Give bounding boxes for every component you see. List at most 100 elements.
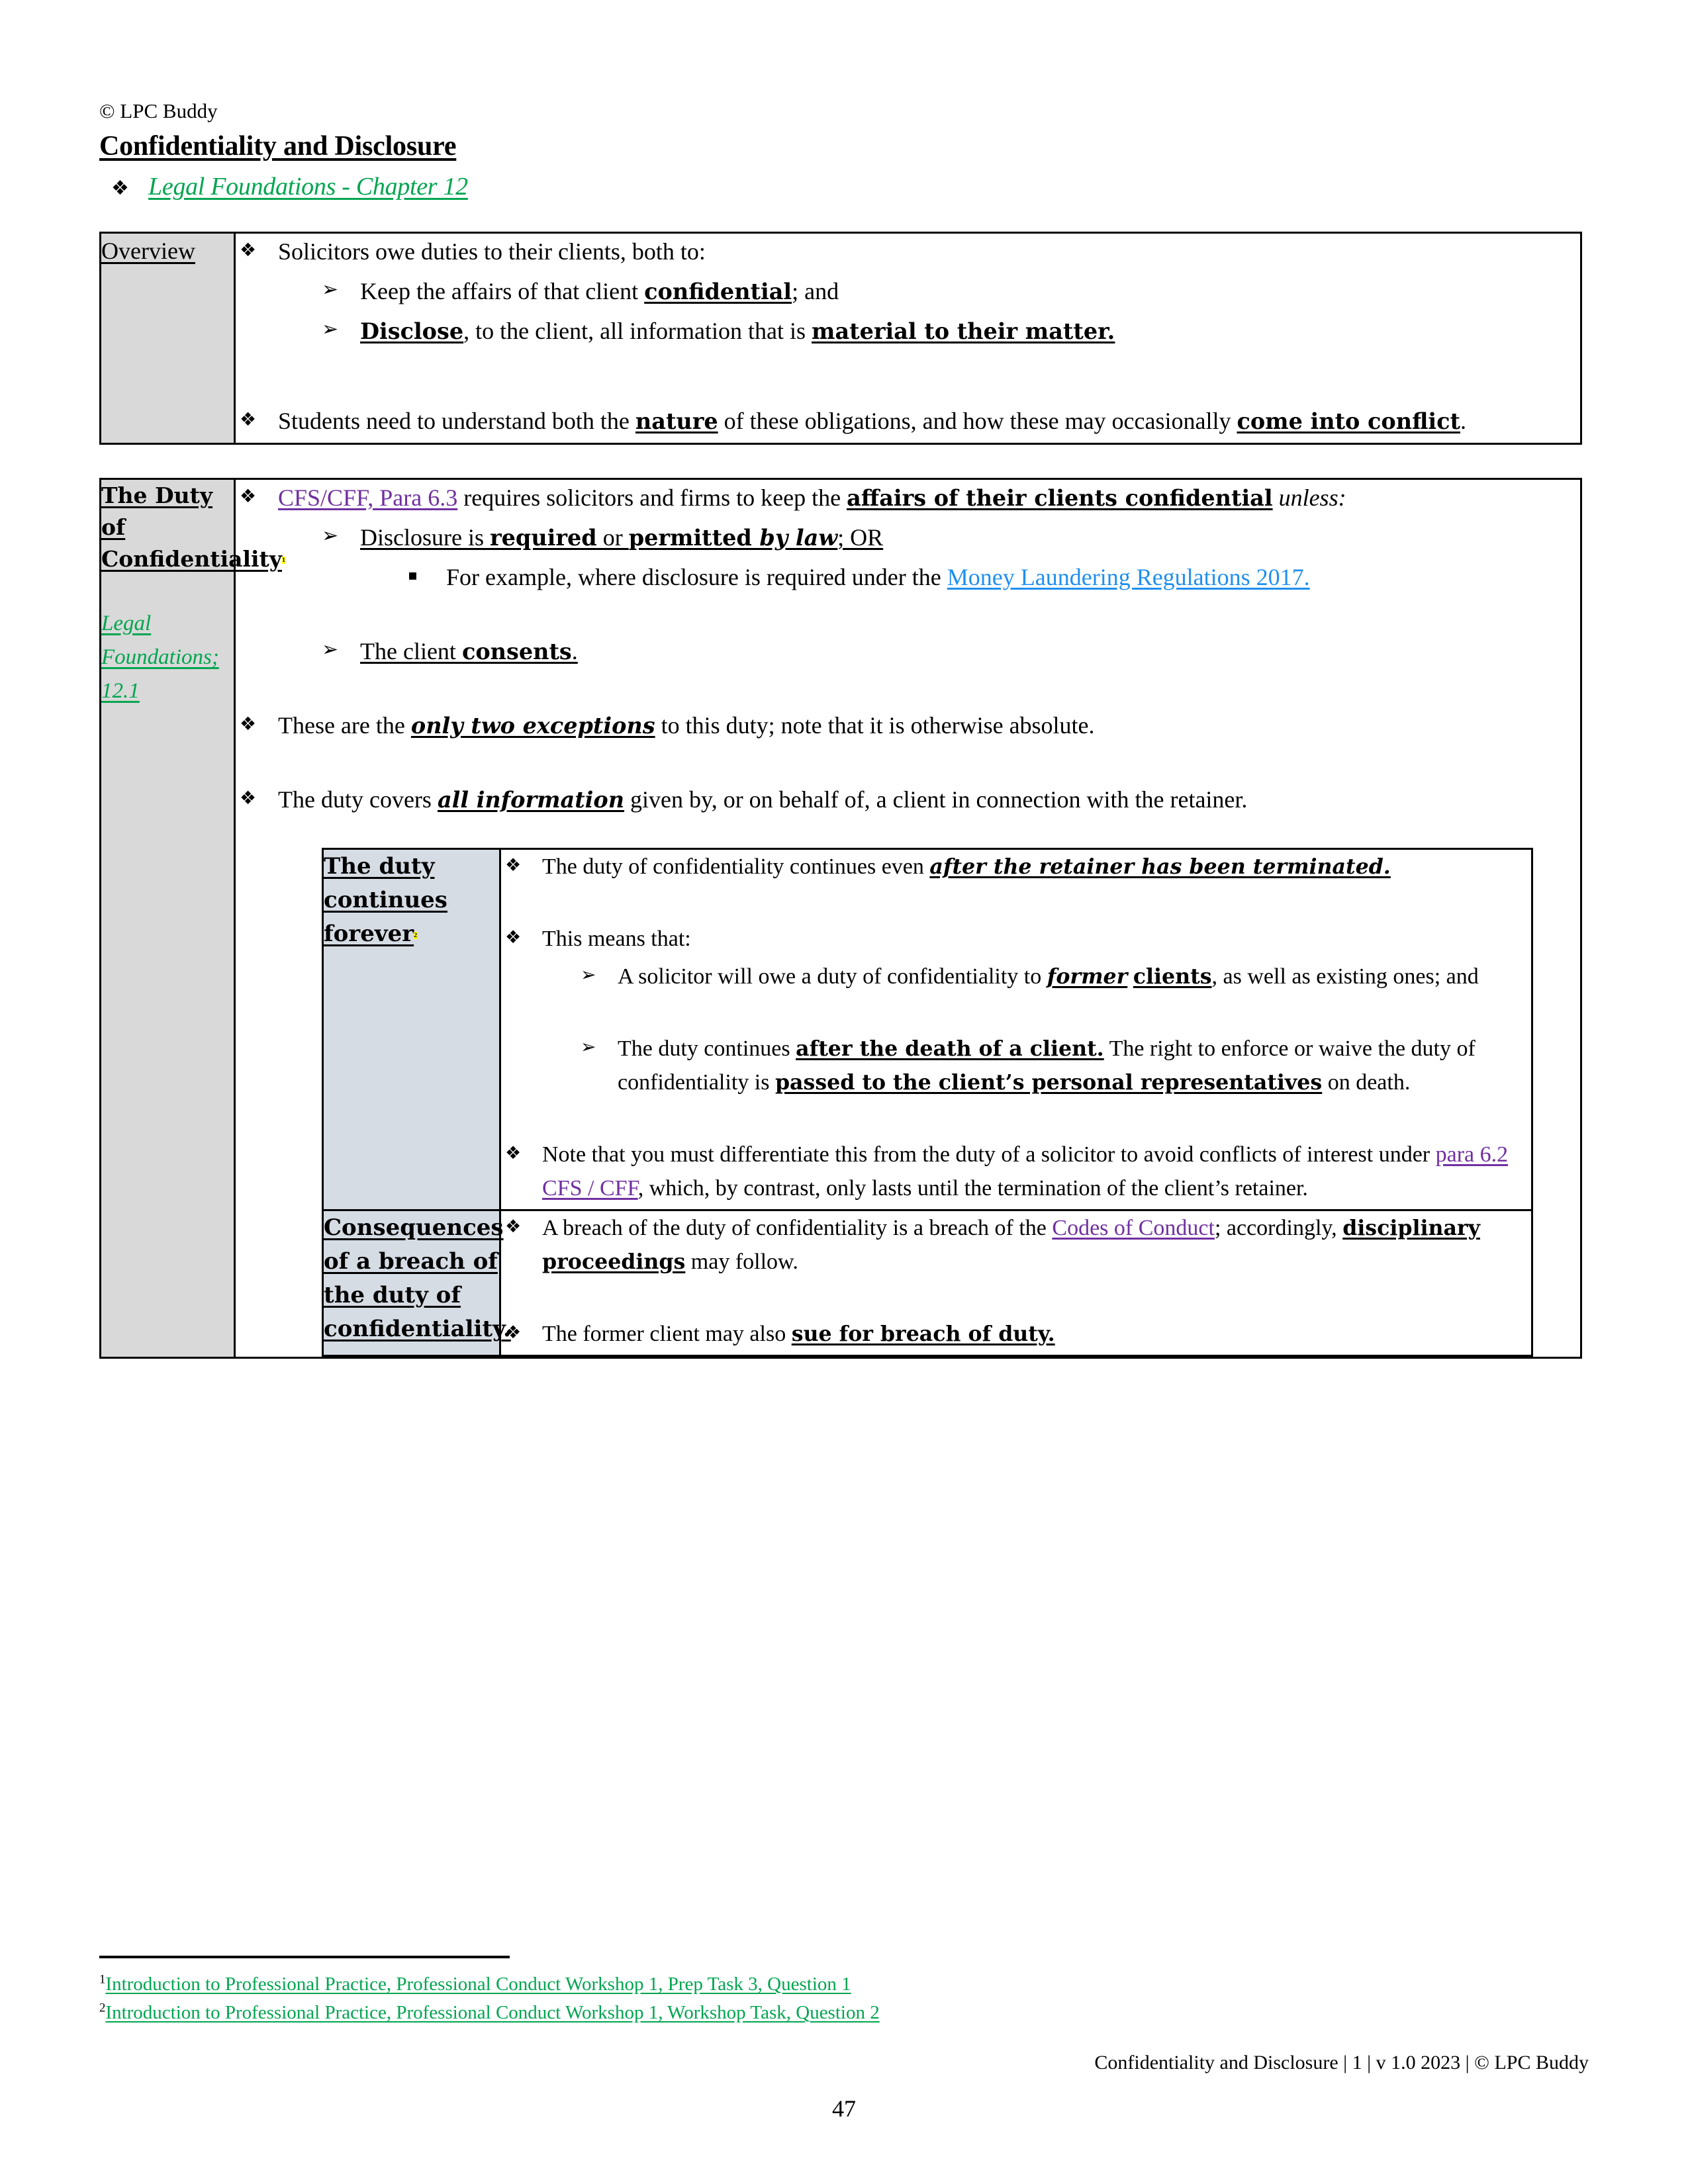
- arrow-bullet-icon: ➢: [581, 1036, 596, 1058]
- cfs-cff-para-63-link[interactable]: CFS/CFF, Para 6.3: [278, 484, 457, 511]
- arrow-bullet-icon: ➢: [322, 638, 339, 662]
- diamond-bullet-icon: ❖: [505, 1322, 522, 1343]
- list-item: ➢ The client consents.: [236, 633, 1580, 669]
- duty-sub-ref-line-3: 12.1: [101, 678, 140, 703]
- duty-continues-body-cell: ❖ The duty of confidentiality continues …: [499, 848, 1533, 1212]
- nested-sub-2: The duty continues after the death of a …: [618, 1036, 1476, 1095]
- arrow-bullet-icon: ➢: [322, 524, 339, 548]
- arrow-bullet-icon: ➢: [322, 318, 339, 341]
- diamond-bullet-icon: ❖: [240, 485, 257, 508]
- arrow-bullet-icon: ➢: [581, 964, 596, 986]
- table-row: The duty continues forever2 ❖ The duty o…: [322, 848, 1533, 1212]
- document-page: LPC BUDDY © LPC Buddy Confidentiality an…: [0, 0, 1688, 2184]
- duty-body-cell: ❖ CFS/CFF, Para 6.3 requires solicitors …: [234, 478, 1582, 1359]
- nested-bullet-1: The duty of confidentiality continues ev…: [542, 854, 1391, 880]
- duty-bullet-1: CFS/CFF, Para 6.3 requires solicitors an…: [278, 484, 1346, 512]
- list-item: ❖ Students need to understand both the n…: [236, 403, 1580, 439]
- consequences-label-line-1: Consequences: [324, 1214, 504, 1242]
- list-item: ➢ Keep the affairs of that client confid…: [236, 273, 1580, 309]
- list-item: ❖ The duty of confidentiality continues …: [501, 850, 1531, 884]
- diamond-bullet-icon: ❖: [505, 855, 522, 876]
- duty-of-confidentiality-table: The Duty of Confidentiality1 Legal Found…: [99, 478, 1582, 1359]
- duty-continues-table: The duty continues forever2 ❖ The duty o…: [322, 848, 1533, 1357]
- nested-table-wrapper: The duty continues forever2 ❖ The duty o…: [236, 821, 1580, 1357]
- duty-bullet-2: These are the only two exceptions to thi…: [278, 712, 1095, 739]
- page-number: 47: [832, 2095, 856, 2122]
- square-bullet-icon: ▪: [408, 567, 418, 584]
- footnote-marker-2[interactable]: 2: [414, 931, 418, 939]
- list-item: ➢ Disclose, to the client, all informati…: [236, 313, 1580, 349]
- list-item: ➢ A solicitor will owe a duty of confide…: [501, 960, 1531, 993]
- duty-continues-label-cell: The duty continues forever2: [322, 848, 501, 1212]
- consequences-label-cell: Consequences of a breach of the duty of …: [322, 1209, 511, 1357]
- diamond-bullet-icon: ❖: [240, 713, 257, 735]
- duty-label-line-1: The Duty of: [101, 482, 213, 540]
- duty-sub-1: Disclosure is required or permitted by l…: [360, 524, 884, 551]
- duty-bullet-3: The duty covers all information given by…: [278, 786, 1248, 813]
- diamond-bullet-icon: ❖: [505, 1143, 522, 1164]
- list-item: ❖ The former client may also sue for bre…: [501, 1317, 1531, 1351]
- page-content: © LPC Buddy Confidentiality and Disclosu…: [0, 0, 1688, 1359]
- footnote-number-2: 2: [99, 2001, 106, 2015]
- nested-sub-1: A solicitor will owe a duty of confident…: [618, 964, 1479, 989]
- consequences-label-line-3: the duty of: [324, 1282, 461, 1309]
- overview-label-cell: Overview: [99, 232, 236, 445]
- overview-bullet-2: Students need to understand both the nat…: [278, 408, 1466, 435]
- overview-bullet-1: Solicitors owe duties to their clients, …: [278, 238, 706, 265]
- footnote-item-1: 1Introduction to Professional Practice, …: [99, 1972, 1589, 1997]
- page-footer: Confidentiality and Disclosure | 1 | v 1…: [1094, 2052, 1589, 2073]
- chapter-link[interactable]: Legal Foundations - Chapter 12: [148, 172, 468, 201]
- diamond-bullet-icon: ❖: [240, 239, 257, 261]
- footnote-link-2[interactable]: Introduction to Professional Practice, P…: [105, 2002, 879, 2023]
- footnote-separator: [99, 1956, 510, 1958]
- duty-sub-sub-1: For example, where disclosure is require…: [446, 564, 1310, 591]
- footnote-item-2: 2Introduction to Professional Practice, …: [99, 2000, 1589, 2026]
- money-laundering-regulations-link[interactable]: Money Laundering Regulations 2017.: [947, 564, 1310, 590]
- diamond-bullet-icon: ❖: [240, 408, 257, 431]
- overview-label: Overview: [101, 238, 195, 265]
- list-item: ❖ The duty covers all information given …: [236, 782, 1580, 817]
- duty-label-line-2: Confidentiality: [101, 545, 282, 572]
- chapter-reference: ❖ Legal Foundations - Chapter 12: [99, 172, 1589, 201]
- duty-label-cell: The Duty of Confidentiality1 Legal Found…: [99, 478, 285, 1359]
- nested-label-line-1: The duty: [324, 853, 435, 880]
- consequences-bullet-2: The former client may also sue for breac…: [542, 1322, 1055, 1347]
- overview-body-cell: ❖ Solicitors owe duties to their clients…: [234, 232, 1582, 445]
- list-item: ➢ Disclosure is required or permitted by…: [236, 520, 1580, 555]
- duty-sub-reference[interactable]: Legal Foundations; 12.1: [101, 607, 234, 708]
- list-item: ❖ A breach of the duty of confidentialit…: [501, 1211, 1531, 1279]
- diamond-bullet-icon: ❖: [240, 787, 257, 809]
- nested-bullet-3: Note that you must differentiate this fr…: [542, 1142, 1509, 1201]
- page-title: Confidentiality and Disclosure: [99, 130, 457, 161]
- consequences-label-line-4: confidentiality.: [324, 1316, 511, 1343]
- diamond-bullet-icon: ❖: [505, 927, 522, 948]
- diamond-bullet-icon: ❖: [505, 1216, 522, 1238]
- overview-table: Overview ❖ Solicitors owe duties to thei…: [99, 232, 1582, 445]
- footnotes: 1Introduction to Professional Practice, …: [99, 1956, 1589, 2028]
- diamond-bullet-icon: ❖: [111, 177, 129, 201]
- footnote-marker-1[interactable]: 1: [281, 557, 285, 565]
- footnote-number-1: 1: [99, 1972, 106, 1987]
- nested-bullet-2: This means that:: [542, 927, 691, 952]
- list-item: ➢ The duty continues after the death of …: [501, 1032, 1531, 1099]
- table-row: The Duty of Confidentiality1 Legal Found…: [99, 478, 1582, 1359]
- duty-sub-ref-line-2: Foundations;: [101, 645, 219, 669]
- consequences-label-line-2: of a breach of: [324, 1248, 498, 1275]
- duty-sub-2: The client consents.: [360, 638, 578, 665]
- codes-of-conduct-link[interactable]: Codes of Conduct: [1052, 1216, 1215, 1240]
- overview-sub-1: Keep the affairs of that client confiden…: [360, 278, 839, 305]
- list-item: ❖ Note that you must differentiate this …: [501, 1138, 1531, 1205]
- list-item: ❖ CFS/CFF, Para 6.3 requires solicitors …: [236, 480, 1580, 516]
- arrow-bullet-icon: ➢: [322, 278, 339, 302]
- footnote-link-1[interactable]: Introduction to Professional Practice, P…: [105, 1974, 851, 1995]
- list-item: ▪ For example, where disclosure is requi…: [236, 559, 1580, 595]
- consequences-body-cell: ❖ A breach of the duty of confidentialit…: [499, 1209, 1533, 1357]
- list-item: ❖ Solicitors owe duties to their clients…: [236, 234, 1580, 269]
- table-row: Overview ❖ Solicitors owe duties to thei…: [99, 232, 1582, 445]
- list-item: ❖ This means that:: [501, 922, 1531, 956]
- nested-label-line-3: forever: [324, 921, 414, 948]
- duty-label: The Duty of Confidentiality1: [101, 480, 285, 575]
- copyright-line: © LPC Buddy: [99, 99, 218, 122]
- table-row: Consequences of a breach of the duty of …: [322, 1209, 1533, 1357]
- list-item: ❖ These are the only two exceptions to t…: [236, 707, 1580, 743]
